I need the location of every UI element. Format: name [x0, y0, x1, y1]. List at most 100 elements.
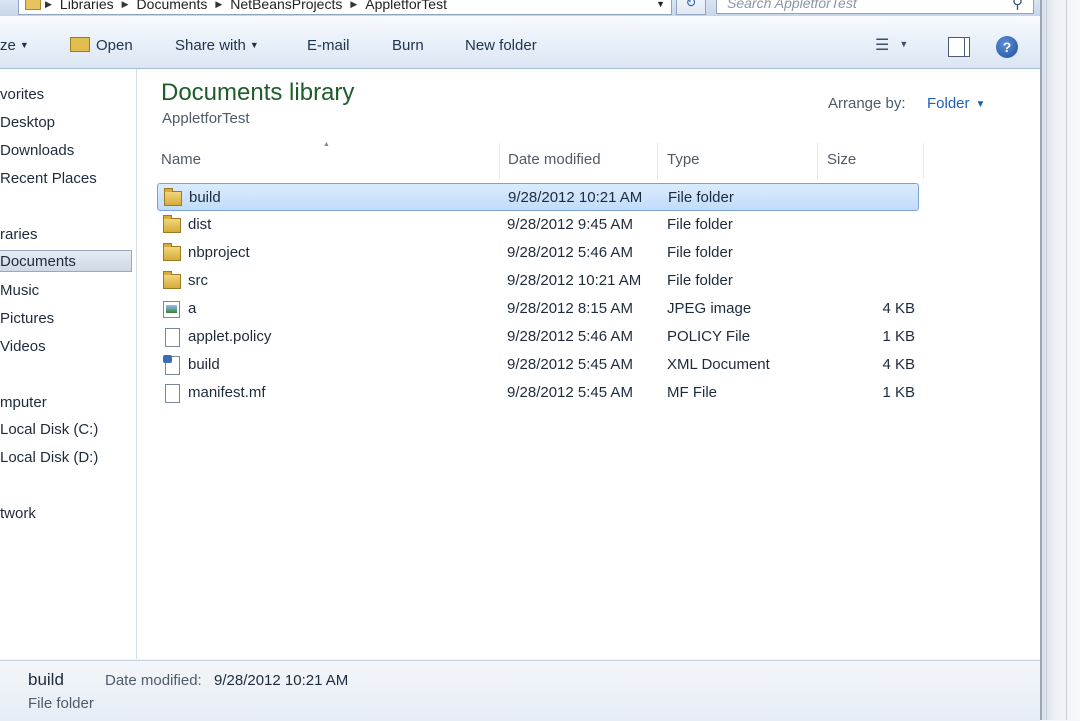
table-row[interactable]: build 9/28/2012 10:21 AM File folder: [157, 183, 919, 211]
nav-documents[interactable]: Documents: [0, 250, 132, 272]
nav-local-disk-c[interactable]: Local Disk (C:): [0, 421, 98, 438]
breadcrumb-chevron-icon[interactable]: ▶: [215, 0, 222, 10]
email-button[interactable]: E-mail: [307, 37, 350, 54]
open-label: Open: [96, 37, 133, 54]
column-divider[interactable]: [499, 143, 500, 179]
chevron-down-icon: ▼: [975, 99, 986, 110]
chevron-down-icon: ▼: [899, 39, 909, 49]
file-name: dist: [188, 216, 212, 233]
folder-icon: [163, 215, 181, 233]
open-button[interactable]: Open: [70, 37, 133, 54]
frame-divider: [1066, 0, 1067, 720]
nav-videos[interactable]: Videos: [0, 338, 46, 355]
file-name: build: [189, 189, 221, 206]
chevron-down-icon: ▼: [19, 40, 29, 50]
file-size: 4 KB: [882, 300, 915, 317]
file-date: 9/28/2012 5:46 AM: [507, 244, 633, 261]
table-row[interactable]: dist 9/28/2012 9:45 AM File folder: [157, 211, 919, 239]
table-row[interactable]: a 9/28/2012 8:15 AM JPEG image 4 KB: [157, 295, 919, 323]
organize-label: ze: [0, 37, 16, 54]
nav-network[interactable]: twork: [0, 505, 36, 522]
nav-local-disk-d[interactable]: Local Disk (D:): [0, 449, 98, 466]
file-size: 1 KB: [882, 384, 915, 401]
file-list-pane: Documents library AppletforTest Arrange …: [137, 69, 1040, 659]
breadcrumb-chevron-icon[interactable]: ▶: [350, 0, 357, 10]
table-row[interactable]: build 9/28/2012 5:45 AM XML Document 4 K…: [157, 351, 919, 379]
file-date: 9/28/2012 9:45 AM: [507, 216, 633, 233]
library-folder-icon: [25, 0, 41, 10]
table-row[interactable]: applet.policy 9/28/2012 5:46 AM POLICY F…: [157, 323, 919, 351]
details-file-name: build: [28, 670, 64, 689]
arrange-by-dropdown[interactable]: Folder ▼: [927, 95, 985, 112]
frame-divider: [1046, 0, 1047, 720]
column-header-type[interactable]: Type: [667, 151, 700, 168]
file-name: nbproject: [188, 244, 250, 261]
share-with-button[interactable]: Share with ▼: [175, 37, 259, 54]
breadcrumb-libraries[interactable]: Libraries: [52, 0, 122, 12]
file-type: MF File: [667, 384, 717, 401]
details-pane: build Date modified: 9/28/2012 10:21 AM …: [0, 660, 1040, 721]
search-input[interactable]: Search AppletforTest: [716, 0, 1034, 14]
nav-music[interactable]: Music: [0, 282, 39, 299]
column-divider[interactable]: [657, 143, 658, 179]
column-header-date[interactable]: Date modified: [508, 151, 601, 168]
file-type: File folder: [667, 244, 733, 261]
nav-libraries[interactable]: raries: [0, 226, 38, 243]
nav-recent-places[interactable]: Recent Places: [0, 170, 97, 187]
file-type: File folder: [668, 189, 734, 206]
column-header-name[interactable]: Name: [161, 151, 201, 168]
table-row[interactable]: src 9/28/2012 10:21 AM File folder: [157, 267, 919, 295]
column-divider[interactable]: [817, 143, 818, 179]
file-date: 9/28/2012 8:15 AM: [507, 300, 633, 317]
file-type: File folder: [667, 216, 733, 233]
burn-button[interactable]: Burn: [392, 37, 424, 54]
navigation-pane: vorites Desktop Downloads Recent Places …: [0, 69, 137, 659]
breadcrumb-appletfortest[interactable]: AppletforTest: [357, 0, 455, 12]
command-bar: ze ▼ Open Share with ▼ E-mail Burn New fol…: [0, 16, 1040, 69]
file-type: File folder: [667, 272, 733, 289]
details-date-label: Date modified:: [105, 672, 202, 689]
search-icon[interactable]: ⚲: [1012, 0, 1023, 12]
address-dropdown-icon[interactable]: ▼: [656, 0, 665, 9]
column-header-size[interactable]: Size: [827, 151, 856, 168]
file-name: a: [188, 300, 197, 317]
library-title: Documents library: [161, 79, 355, 106]
nav-desktop[interactable]: Desktop: [0, 114, 55, 131]
column-divider[interactable]: [923, 143, 924, 179]
library-subtitle: AppletforTest: [162, 110, 250, 127]
arrange-by-value: Folder: [927, 95, 970, 112]
file-date: 9/28/2012 10:21 AM: [508, 189, 643, 206]
table-row[interactable]: nbproject 9/28/2012 5:46 AM File folder: [157, 239, 919, 267]
chevron-down-icon: ▼: [249, 40, 259, 50]
file-name: manifest.mf: [188, 384, 266, 401]
address-bar[interactable]: ▶ Libraries ▶ Documents ▶ NetBeansProjec…: [18, 0, 672, 15]
nav-downloads[interactable]: Downloads: [0, 142, 74, 159]
open-folder-icon: [70, 37, 90, 52]
preview-pane-icon[interactable]: [948, 37, 970, 57]
details-date-value: 9/28/2012 10:21 AM: [214, 672, 349, 689]
change-view-button[interactable]: ☰ ▼: [875, 35, 908, 55]
sort-ascending-icon: ▲: [323, 141, 330, 148]
file-name: src: [188, 272, 208, 289]
file-name: applet.policy: [188, 328, 272, 345]
breadcrumb-documents[interactable]: Documents: [129, 0, 216, 12]
nav-favorites[interactable]: vorites: [0, 86, 44, 103]
new-folder-button[interactable]: New folder: [465, 37, 537, 54]
file-type: JPEG image: [667, 300, 752, 317]
nav-pictures[interactable]: Pictures: [0, 310, 54, 327]
view-list-icon: ☰: [875, 37, 890, 54]
share-with-label: Share with: [175, 37, 246, 54]
organize-button[interactable]: ze ▼: [0, 37, 29, 54]
breadcrumb-chevron-icon[interactable]: ▶: [45, 0, 52, 10]
nav-computer[interactable]: mputer: [0, 394, 47, 411]
image-file-icon: [163, 301, 180, 318]
help-icon[interactable]: ?: [996, 36, 1018, 58]
table-row[interactable]: manifest.mf 9/28/2012 5:45 AM MF File 1 …: [157, 379, 919, 407]
details-file-type: File folder: [28, 695, 94, 712]
refresh-button[interactable]: ↻: [676, 0, 706, 15]
breadcrumb-chevron-icon[interactable]: ▶: [122, 0, 129, 10]
breadcrumb-netbeansprojects[interactable]: NetBeansProjects: [222, 0, 350, 12]
file-size: 4 KB: [882, 356, 915, 373]
file-name: build: [188, 356, 220, 373]
folder-icon: [164, 188, 182, 206]
